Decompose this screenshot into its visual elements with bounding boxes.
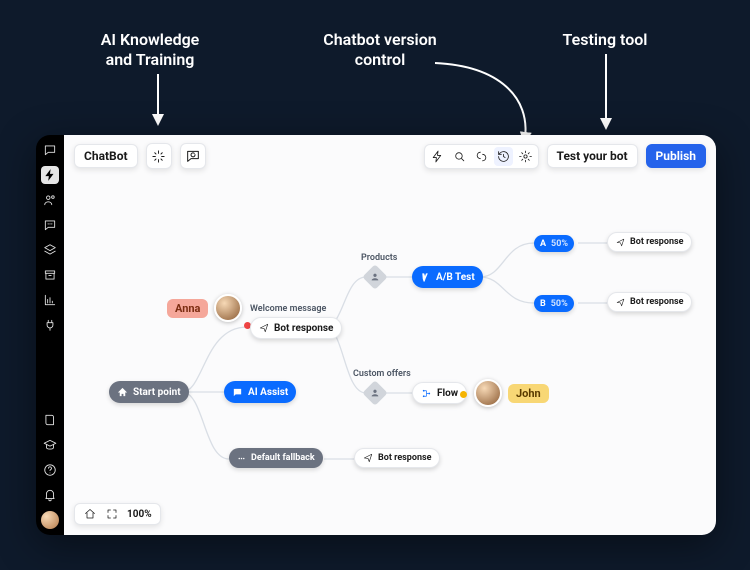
label-products: Products bbox=[361, 253, 397, 263]
label-welcome: Welcome message bbox=[250, 304, 326, 314]
refresh-chat-button[interactable] bbox=[180, 143, 206, 169]
sidebar-users-icon[interactable] bbox=[41, 191, 59, 209]
user-anna-avatar bbox=[214, 294, 242, 322]
sidebar-chat-icon[interactable] bbox=[41, 141, 59, 159]
annotation-test: Testing tool bbox=[540, 30, 670, 50]
sidebar-bell-icon[interactable] bbox=[41, 486, 59, 504]
node-start-label: Start point bbox=[133, 387, 181, 398]
node-ab-test[interactable]: A/B Test bbox=[412, 266, 483, 288]
sidebar-book-icon[interactable] bbox=[41, 411, 59, 429]
publish-button[interactable]: Publish bbox=[646, 144, 706, 168]
sidebar-plug-icon[interactable] bbox=[41, 316, 59, 334]
cursor-dot-john bbox=[460, 391, 467, 398]
annotation-test-arrow bbox=[596, 52, 616, 132]
sidebar-education-icon[interactable] bbox=[41, 436, 59, 454]
sidebar-archive-icon[interactable] bbox=[41, 266, 59, 284]
annotation-knowledge-arrow bbox=[148, 72, 168, 127]
diamond-products[interactable] bbox=[362, 264, 387, 289]
node-bot-response-b-label: Bot response bbox=[630, 297, 683, 307]
annotation-knowledge: AI Knowledge and Training bbox=[70, 30, 230, 70]
sidebar-bolt-icon[interactable] bbox=[41, 166, 59, 184]
app-frame: ChatBot Test your bot Publish bbox=[36, 135, 716, 535]
tool-form-icon[interactable] bbox=[472, 147, 491, 166]
sidebar bbox=[36, 135, 64, 535]
zoom-control[interactable]: 100% bbox=[74, 503, 161, 525]
toolbar: ChatBot Test your bot Publish bbox=[64, 135, 716, 177]
node-variant-a[interactable]: A 50% bbox=[534, 235, 574, 252]
node-start[interactable]: Start point bbox=[109, 381, 189, 403]
node-flow[interactable]: Flow bbox=[412, 382, 467, 404]
toolbar-group bbox=[424, 144, 539, 169]
tool-search-icon[interactable] bbox=[450, 147, 469, 166]
flow-canvas[interactable]: Anna Start point AI Assist Default fallb… bbox=[64, 177, 716, 535]
node-ab-test-label: A/B Test bbox=[436, 272, 475, 283]
variant-a-pct: 50% bbox=[551, 239, 568, 249]
variant-b-letter: B bbox=[540, 299, 546, 309]
label-custom: Custom offers bbox=[353, 369, 411, 379]
sidebar-help-icon[interactable] bbox=[41, 461, 59, 479]
node-bot-response-welcome-label: Bot response bbox=[274, 323, 333, 334]
node-bot-response-welcome[interactable]: Bot response bbox=[250, 317, 342, 339]
variant-b-pct: 50% bbox=[551, 299, 568, 309]
sidebar-layers-icon[interactable] bbox=[41, 241, 59, 259]
node-bot-response-b[interactable]: Bot response bbox=[607, 292, 692, 312]
main-panel: ChatBot Test your bot Publish bbox=[64, 135, 716, 535]
node-bot-response-a-label: Bot response bbox=[630, 237, 683, 247]
node-bot-response-fallback-label: Bot response bbox=[378, 453, 431, 463]
node-ai-assist-label: AI Assist bbox=[248, 387, 288, 398]
tool-gear-icon[interactable] bbox=[516, 147, 535, 166]
user-john-avatar bbox=[474, 379, 502, 407]
tool-bolt-icon[interactable] bbox=[428, 147, 447, 166]
node-default-fallback-label: Default fallback bbox=[251, 453, 315, 463]
sparkle-button[interactable] bbox=[146, 143, 172, 169]
test-bot-button[interactable]: Test your bot bbox=[547, 144, 638, 168]
user-anna-badge: Anna bbox=[167, 294, 242, 322]
user-john-label: John bbox=[508, 384, 549, 403]
node-default-fallback[interactable]: Default fallback bbox=[229, 448, 323, 468]
zoom-home-icon[interactable] bbox=[83, 507, 97, 521]
flow-wires bbox=[64, 177, 716, 535]
zoom-expand-icon[interactable] bbox=[105, 507, 119, 521]
node-bot-response-a[interactable]: Bot response bbox=[607, 232, 692, 252]
sidebar-cloud-icon[interactable] bbox=[41, 216, 59, 234]
tool-history-icon[interactable] bbox=[494, 147, 513, 166]
sidebar-chart-icon[interactable] bbox=[41, 291, 59, 309]
sidebar-avatar[interactable] bbox=[41, 511, 59, 529]
diamond-custom[interactable] bbox=[362, 380, 387, 405]
node-flow-label: Flow bbox=[437, 388, 458, 399]
user-john-badge: John bbox=[474, 379, 549, 407]
node-bot-response-fallback[interactable]: Bot response bbox=[354, 448, 440, 468]
variant-a-letter: A bbox=[540, 239, 546, 249]
zoom-level: 100% bbox=[127, 509, 152, 520]
node-variant-b[interactable]: B 50% bbox=[534, 295, 574, 312]
user-anna-label: Anna bbox=[167, 299, 208, 318]
bot-title-chip[interactable]: ChatBot bbox=[74, 144, 138, 168]
node-ai-assist[interactable]: AI Assist bbox=[224, 381, 296, 403]
